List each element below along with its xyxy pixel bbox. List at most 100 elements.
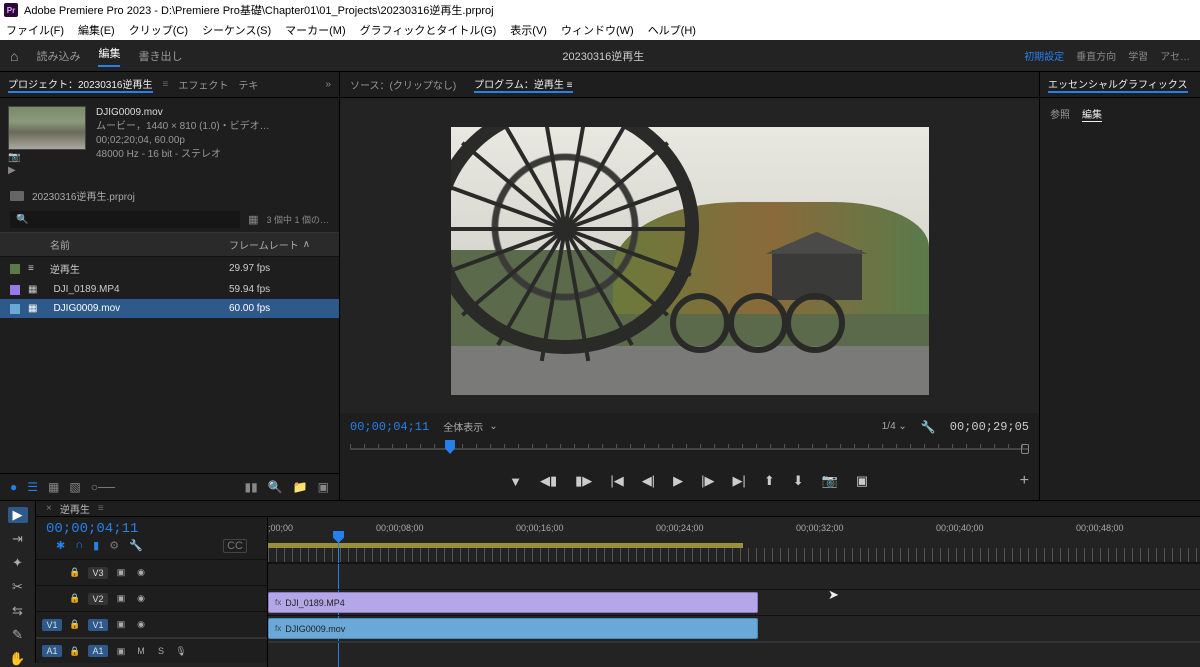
menu-help[interactable]: ヘルプ(H) [648, 22, 696, 38]
tab-import[interactable]: 読み込み [36, 48, 80, 64]
source-patch[interactable]: A1 [42, 645, 62, 657]
toggle-output-icon[interactable]: ▣ [114, 567, 128, 578]
menu-edit[interactable]: 編集(E) [78, 22, 115, 38]
play-icon[interactable]: ▶ [8, 165, 86, 176]
track-header-a1[interactable]: A1 🔒 A1 ▣ M S 🎙 [36, 637, 267, 663]
lock-icon[interactable]: 🔒 [68, 593, 82, 604]
workspace-vertical[interactable]: 垂直方向 [1076, 48, 1116, 63]
panel-overflow-icon[interactable]: » [325, 79, 331, 90]
asset-row[interactable]: ▦ DJI_0189.MP4 59.94 fps [0, 280, 339, 299]
menu-graphics[interactable]: グラフィックとタイトル(G) [360, 22, 497, 38]
menu-clip[interactable]: クリップ(C) [129, 22, 188, 38]
track-lane-v3[interactable] [268, 563, 1200, 589]
automate-icon[interactable]: ▮▮ [245, 480, 258, 494]
ripple-edit-tool[interactable]: ✦ [8, 555, 28, 571]
settings-icon[interactable]: ⚙ [109, 539, 119, 553]
pen-tool[interactable]: ✎ [8, 627, 28, 643]
hand-tool[interactable]: ✋ [8, 651, 28, 667]
track-header-v1[interactable]: V1 🔒 V1 ▣ ◉ [36, 611, 267, 637]
wrench-icon[interactable]: 🔧 [129, 539, 143, 553]
timeline-clip[interactable]: fx DJI_0189.MP4 [268, 592, 758, 613]
sequence-tab[interactable]: 逆再生 [60, 501, 90, 516]
export-frame-button[interactable]: 📷 [822, 473, 838, 489]
toggle-sync-icon[interactable]: ◉ [134, 593, 148, 604]
menu-view[interactable]: 表示(V) [510, 22, 547, 38]
toggle-output-icon[interactable]: ▣ [114, 593, 128, 604]
source-patch[interactable]: V1 [42, 619, 62, 631]
find-icon[interactable]: 🔍 [268, 480, 283, 494]
resolution-dropdown[interactable]: 1/4 ⌄ [882, 421, 907, 432]
menu-file[interactable]: ファイル(F) [6, 22, 64, 38]
tab-text[interactable]: テキ [238, 77, 258, 92]
program-timecode-in[interactable]: 00;00;04;11 [350, 420, 429, 434]
extract-button[interactable]: ⬇ [793, 473, 804, 489]
mark-out-button[interactable]: ▮▶ [575, 473, 592, 489]
program-timecode-out[interactable]: 00;00;29;05 [950, 420, 1029, 434]
icon-view-icon[interactable]: ▦ [48, 480, 59, 494]
track-lane-a1[interactable] [268, 641, 1200, 667]
filter-icon[interactable]: ▦ [248, 213, 258, 226]
button-editor-icon[interactable]: + [1020, 472, 1029, 490]
asset-row[interactable]: ≡ 逆再生 29.97 fps [0, 257, 339, 280]
eg-browse-tab[interactable]: 参照 [1050, 106, 1070, 122]
tab-effects[interactable]: エフェクト [178, 77, 228, 92]
menu-marker[interactable]: マーカー(M) [285, 22, 346, 38]
zoom-slider[interactable]: ○── [91, 480, 115, 494]
selection-tool[interactable]: ▶ [8, 507, 28, 523]
freeform-view-icon[interactable]: ▧ [69, 480, 80, 494]
tab-essential-graphics[interactable]: エッセンシャルグラフィックス [1048, 76, 1188, 93]
toggle-output-icon[interactable]: ▣ [114, 619, 128, 630]
timeline-canvas[interactable]: ;00;00 00;00;08;00 00;00;16;00 00;00;24;… [268, 517, 1200, 667]
track-header-v2[interactable]: 🔒 V2 ▣ ◉ [36, 585, 267, 611]
menu-sequence[interactable]: シーケンス(S) [202, 22, 271, 38]
tab-source[interactable]: ソース：(クリップなし) [350, 77, 456, 92]
eg-edit-tab[interactable]: 編集 [1082, 106, 1102, 122]
solo-button[interactable]: S [154, 646, 168, 656]
col-framerate[interactable]: フレームレート∧ [229, 237, 329, 252]
search-input[interactable] [10, 211, 240, 228]
add-marker-button[interactable]: ▼ [509, 474, 522, 489]
workspace-assembly[interactable]: アセ… [1160, 48, 1190, 63]
zoom-dropdown[interactable]: 全体表示 ⌄ [443, 419, 497, 434]
program-scrubber[interactable] [350, 440, 1029, 458]
track-header-v3[interactable]: 🔒 V3 ▣ ◉ [36, 559, 267, 585]
menu-window[interactable]: ウィンドウ(W) [561, 22, 634, 38]
timeline-clip[interactable]: fx DJIG0009.mov [268, 618, 758, 639]
lock-icon[interactable]: 🔒 [68, 619, 82, 630]
mute-button[interactable]: M [134, 646, 148, 656]
marker-icon[interactable]: ▮ [93, 539, 99, 553]
new-bin-icon[interactable]: 📁 [293, 480, 308, 494]
mark-in-button[interactable]: ◀▮ [540, 473, 557, 489]
toggle-sync-icon[interactable]: ◉ [134, 619, 148, 630]
track-lane-v2[interactable]: fx DJI_0189.MP4 [268, 589, 1200, 615]
new-item-icon[interactable]: ▣ [318, 480, 329, 494]
go-to-in-button[interactable]: |◀ [610, 473, 623, 489]
lift-button[interactable]: ⬆ [764, 473, 775, 489]
record-icon[interactable]: ● [10, 480, 17, 494]
toggle-sync-icon[interactable]: ◉ [134, 567, 148, 578]
timeline-timecode[interactable]: 00;00;04;11 [46, 521, 257, 537]
play-button[interactable]: ▶ [673, 473, 683, 489]
workspace-learn[interactable]: 学習 [1128, 48, 1148, 63]
list-view-icon[interactable]: ☰ [27, 480, 38, 494]
lock-icon[interactable]: 🔒 [68, 646, 82, 657]
go-to-out-button[interactable]: ▶| [732, 473, 745, 489]
asset-row[interactable]: ▦ DJIG0009.mov 60.00 fps [0, 299, 339, 318]
playhead-icon[interactable] [445, 440, 455, 454]
track-lane-v1[interactable]: fx DJIG0009.mov [268, 615, 1200, 641]
settings-icon[interactable]: 🔧 [921, 420, 936, 434]
compare-view-button[interactable]: ▣ [856, 473, 868, 489]
time-ruler[interactable]: ;00;00 00;00;08;00 00;00;16;00 00;00;24;… [268, 517, 1200, 563]
step-fwd-button[interactable]: |▶ [701, 473, 714, 489]
col-name[interactable]: 名前 [10, 237, 229, 252]
razor-tool[interactable]: ✂ [8, 579, 28, 595]
linked-selection-icon[interactable]: ∩ [75, 539, 83, 553]
snap-icon[interactable]: ✱ [56, 539, 65, 553]
voice-over-icon[interactable]: 🎙 [174, 646, 188, 657]
tab-export[interactable]: 書き出し [138, 48, 182, 64]
tab-edit[interactable]: 編集 [98, 45, 120, 67]
captions-toggle[interactable]: CC [223, 539, 247, 553]
track-select-tool[interactable]: ⇥ [8, 531, 28, 547]
workspace-default[interactable]: 初期設定 [1024, 48, 1064, 63]
tab-program[interactable]: プログラム：逆再生 ≡ [474, 76, 572, 93]
